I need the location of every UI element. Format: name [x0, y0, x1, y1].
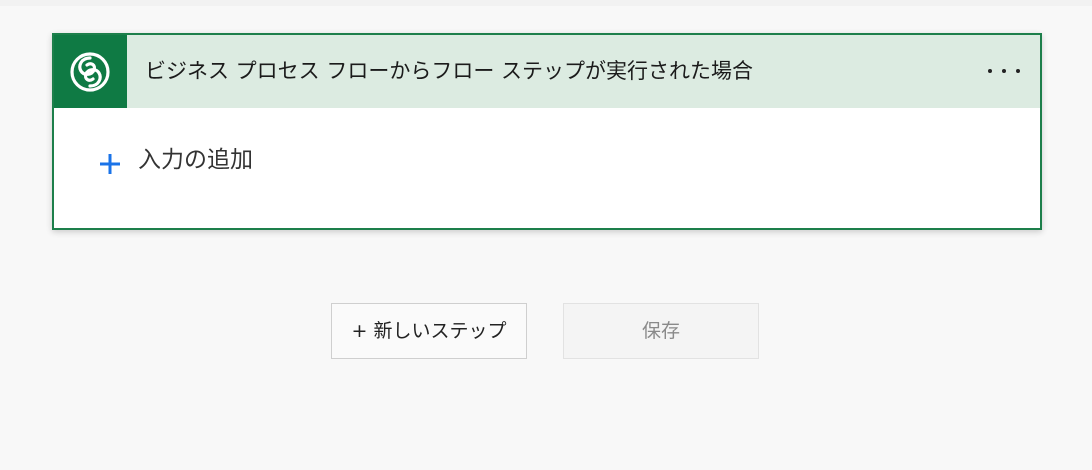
dataverse-icon: [70, 52, 110, 92]
plus-icon: [100, 154, 120, 174]
trigger-title: ビジネス プロセス フローからフロー ステップが実行された場合: [145, 59, 754, 83]
more-options-dot: [1016, 69, 1020, 73]
top-band: [0, 0, 1092, 6]
more-options-button[interactable]: [984, 59, 1024, 83]
trigger-card: ビジネス プロセス フローからフロー ステップが実行された場合 入力の追加: [52, 33, 1042, 230]
more-options-dot: [1002, 69, 1006, 73]
connector-icon-box: [54, 35, 127, 108]
more-options-icon: [988, 69, 992, 73]
new-step-button[interactable]: + 新しいステップ: [331, 303, 527, 359]
save-button[interactable]: 保存: [563, 303, 759, 359]
trigger-card-header[interactable]: ビジネス プロセス フローからフロー ステップが実行された場合: [54, 35, 1040, 108]
add-input-label: 入力の追加: [138, 147, 253, 173]
